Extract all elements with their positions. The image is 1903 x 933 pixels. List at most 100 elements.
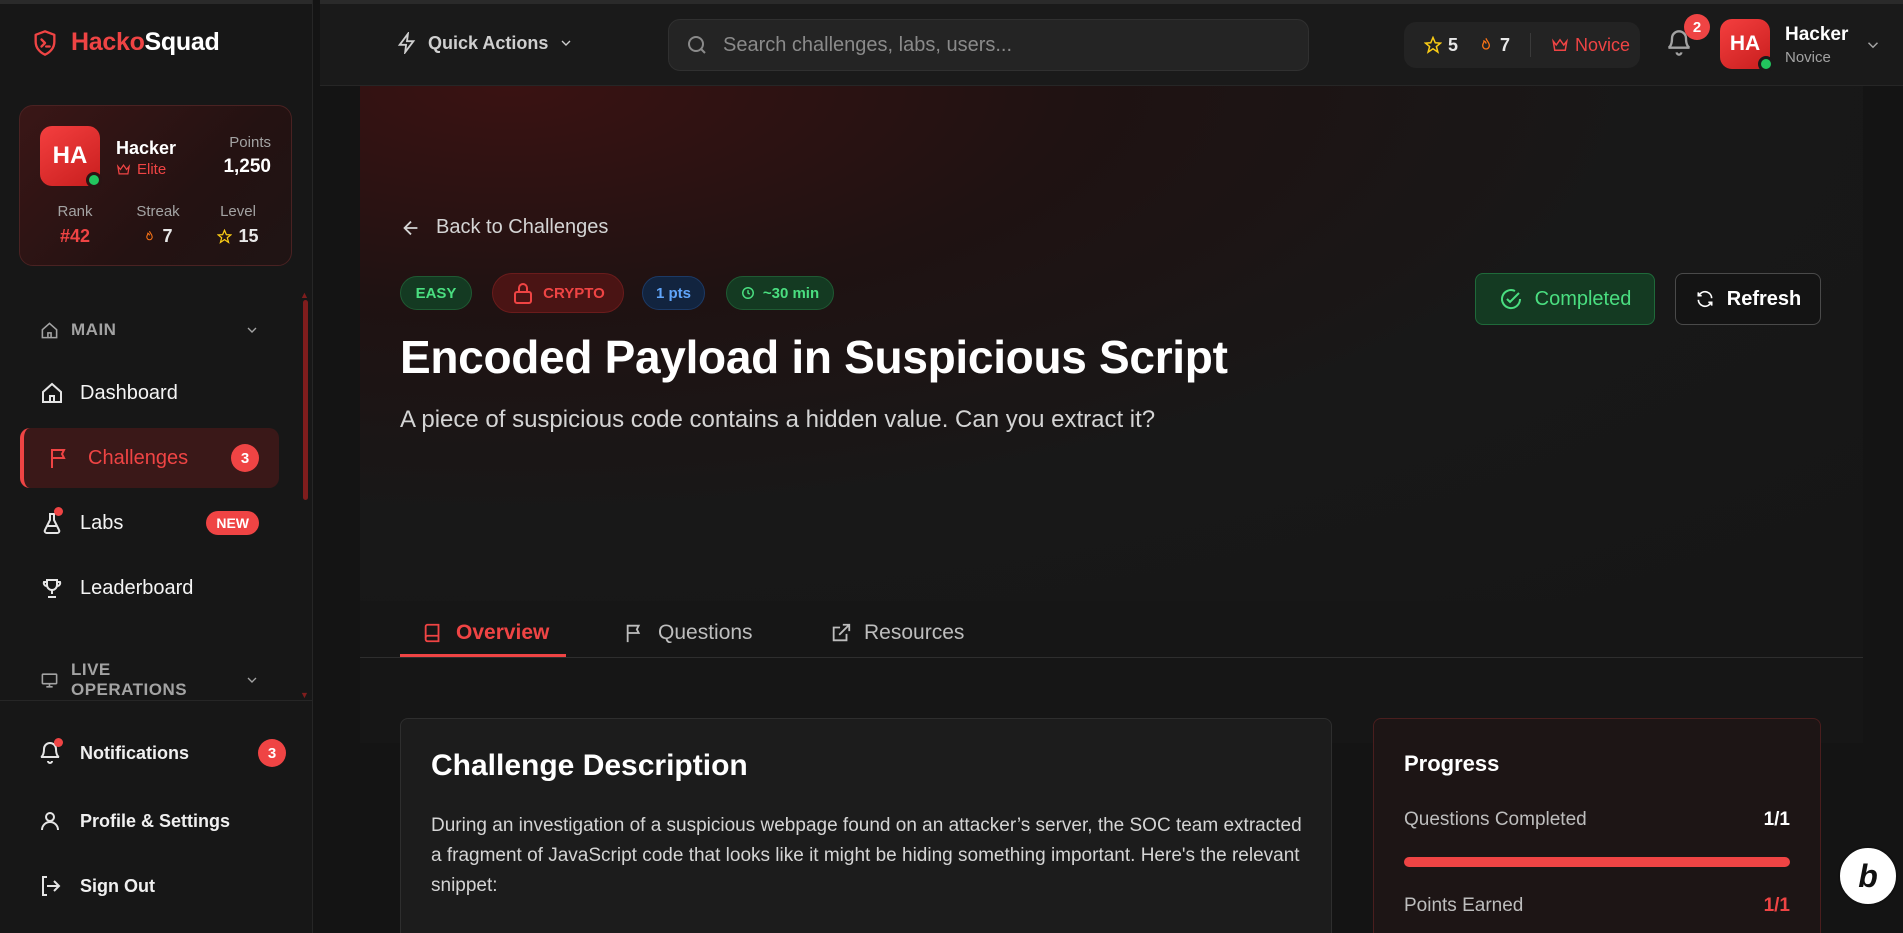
section-main-label: MAIN xyxy=(71,320,117,339)
monitor-icon xyxy=(41,672,58,688)
user-icon xyxy=(41,812,59,831)
points-earned-label: Points Earned xyxy=(1404,895,1524,916)
description-heading: Challenge Description xyxy=(431,749,748,782)
streak-label: Streak xyxy=(136,203,180,220)
level-stat: Level 15 xyxy=(203,203,273,247)
external-link-icon xyxy=(832,623,851,642)
category-badge: CRYPTO xyxy=(492,273,624,313)
sidebar-item-label: Dashboard xyxy=(80,381,178,404)
brand-logo[interactable]: HackoSquad xyxy=(31,28,220,57)
bolt-badge-logo[interactable]: b xyxy=(1838,846,1898,906)
points-label: Points xyxy=(229,134,271,151)
top-bar: Quick Actions 5 7 Novice 2 HA Ha xyxy=(320,0,1903,86)
sidebar-item-notifications[interactable]: Notifications 3 xyxy=(38,738,286,767)
tab-overview[interactable]: Overview xyxy=(422,608,549,658)
section-live-operations-toggle[interactable]: LIVE OPERATIONS xyxy=(40,660,260,700)
level-value: 15 xyxy=(238,226,259,246)
section-main-toggle[interactable]: MAIN xyxy=(40,320,260,340)
tab-questions[interactable]: Questions xyxy=(624,608,753,658)
topbar-top-border xyxy=(320,0,1903,4)
flag-icon xyxy=(51,449,66,468)
user-tier: Elite xyxy=(116,161,166,178)
tab-label: Overview xyxy=(456,621,550,644)
challenges-count-badge: 3 xyxy=(231,444,259,472)
refresh-icon xyxy=(1697,290,1713,308)
labs-icon-wrap xyxy=(40,507,64,535)
chevron-down-icon[interactable] xyxy=(1864,36,1882,54)
progress-card: Progress Questions Completed 1/1 Points … xyxy=(1373,718,1821,933)
completed-status-button[interactable]: Completed xyxy=(1475,273,1655,325)
tab-resources[interactable]: Resources xyxy=(830,608,964,658)
topbar-user-name[interactable]: Hacker xyxy=(1785,24,1848,46)
rank-stat: Rank #42 xyxy=(40,203,110,247)
points-value: 1,250 xyxy=(223,156,271,177)
sign-out-icon xyxy=(42,876,61,896)
shield-terminal-icon xyxy=(34,29,56,56)
section-live-label: LIVE OPERATIONS xyxy=(70,660,188,699)
chevron-down-icon xyxy=(247,327,257,333)
quick-actions-button[interactable]: Quick Actions xyxy=(396,32,574,54)
app-root: HackoSquad HA Hacker Elite Points 1,250 … xyxy=(0,0,1903,933)
notifications-count-badge: 3 xyxy=(258,739,286,767)
stars-stat: 5 xyxy=(1424,35,1458,56)
sidebar-item-labs[interactable]: Labs NEW xyxy=(20,493,279,553)
brand-part1: Hacko xyxy=(71,28,145,56)
brand-name: HackoSquad xyxy=(71,28,220,57)
labs-notification-dot xyxy=(54,507,63,516)
back-to-challenges-link[interactable]: Back to Challenges xyxy=(400,216,608,239)
search-input[interactable] xyxy=(723,33,1283,57)
sidebar-item-label: Leaderboard xyxy=(80,576,194,599)
stats-divider xyxy=(1530,33,1532,57)
rank-label: Rank xyxy=(57,203,93,220)
points-earned-value: 1/1 xyxy=(1763,895,1790,916)
questions-completed-label: Questions Completed xyxy=(1404,809,1587,830)
rank-stat: Novice xyxy=(1551,35,1630,56)
sidebar-footer: Notifications 3 Profile & Settings Sign … xyxy=(0,700,313,933)
notification-count-badge: 2 xyxy=(1684,14,1710,40)
lock-icon xyxy=(514,283,533,304)
clock-icon xyxy=(741,287,754,299)
sidebar-item-challenges[interactable]: Challenges 3 xyxy=(20,428,279,488)
description-body: During an investigation of a suspicious … xyxy=(431,815,1302,896)
sidebar-scrollbar[interactable] xyxy=(303,300,308,500)
topbar-user-role: Novice xyxy=(1785,49,1831,66)
scroll-down-arrow[interactable]: ▼ xyxy=(300,690,309,700)
category-label: CRYPTO xyxy=(543,284,605,302)
refresh-label: Refresh xyxy=(1726,287,1802,310)
sidebar-item-sign-out[interactable]: Sign Out xyxy=(38,874,278,898)
star-icon xyxy=(1424,36,1442,54)
search-icon xyxy=(688,36,706,54)
bell-icon-wrap xyxy=(38,738,63,765)
tabs-divider xyxy=(360,657,1863,658)
stars-count: 5 xyxy=(1448,34,1459,55)
scroll-up-arrow[interactable]: ▲ xyxy=(300,290,309,300)
time-label: ~30 min xyxy=(762,284,820,302)
sidebar: HackoSquad HA Hacker Elite Points 1,250 … xyxy=(0,0,313,933)
streak-stat: 7 xyxy=(1478,35,1510,56)
quick-actions-label: Quick Actions xyxy=(428,32,549,53)
streak-count: 7 xyxy=(1500,34,1511,55)
arrow-left-icon xyxy=(403,220,418,235)
refresh-button[interactable]: Refresh xyxy=(1675,273,1821,325)
sidebar-item-dashboard[interactable]: Dashboard xyxy=(20,363,279,423)
rank-value: #42 xyxy=(59,226,91,246)
completed-label: Completed xyxy=(1534,287,1632,310)
questions-completed-row: Questions Completed 1/1 xyxy=(1404,809,1790,831)
sidebar-item-label: Challenges xyxy=(88,446,189,469)
sidebar-item-profile-settings[interactable]: Profile & Settings xyxy=(38,809,278,833)
challenge-hero: Back to Challenges EASY CRYPTO 1 pts ~30… xyxy=(360,86,1863,601)
time-badge: ~30 min xyxy=(726,276,834,310)
difficulty-badge: EASY xyxy=(400,276,472,310)
sidebar-item-leaderboard[interactable]: Leaderboard xyxy=(20,558,279,618)
streak-value: 7 xyxy=(162,226,173,246)
online-indicator xyxy=(1758,56,1774,72)
book-icon xyxy=(424,623,440,643)
user-profile-card[interactable]: HA Hacker Elite Points 1,250 Rank #42 St… xyxy=(19,105,292,266)
challenge-description-card: Challenge Description During an investig… xyxy=(400,718,1332,933)
user-stats-pill[interactable]: 5 7 Novice xyxy=(1404,22,1640,68)
tab-label: Resources xyxy=(864,621,965,644)
brand-part2: Squad xyxy=(144,28,220,56)
points-badge: 1 pts xyxy=(642,276,705,310)
progress-heading: Progress xyxy=(1404,751,1500,776)
chevron-down-icon xyxy=(247,677,257,683)
